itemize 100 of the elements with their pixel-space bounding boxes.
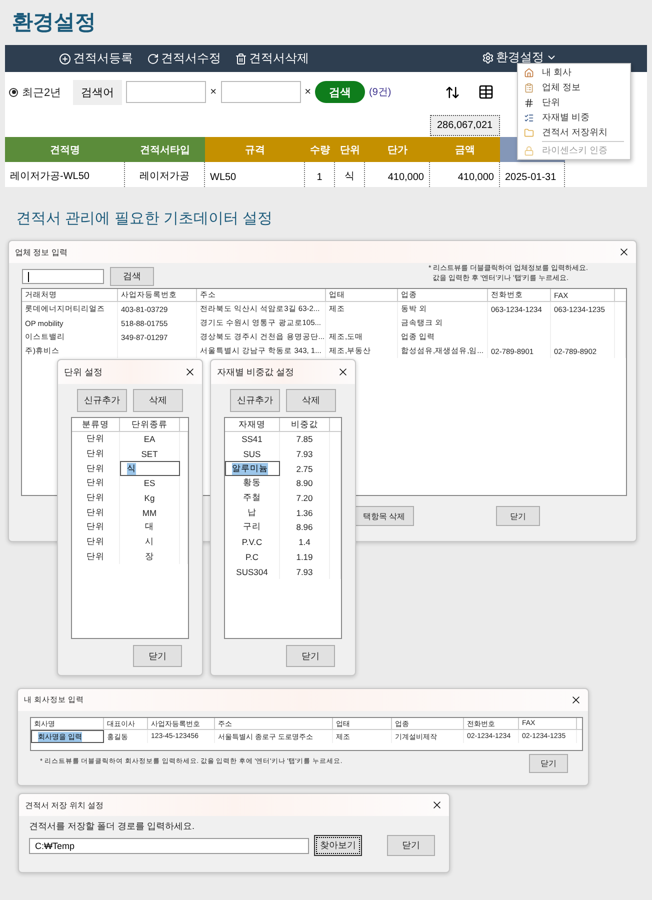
column-header[interactable]: 분류명 (72, 418, 120, 432)
trash-icon (235, 52, 247, 64)
search-field[interactable] (220, 81, 301, 103)
clear-button[interactable]: × (304, 86, 311, 98)
checklist-icon (524, 112, 534, 122)
table-icon[interactable] (478, 84, 494, 100)
table-cell: 7.93 (280, 446, 330, 462)
column-header: 금액 (430, 137, 500, 162)
close-icon[interactable] (337, 366, 349, 378)
table-cell: 8.90 (280, 476, 330, 491)
edit-field[interactable]: 식 (120, 461, 180, 476)
refresh-icon (147, 52, 159, 64)
close-button[interactable]: 닫기 (286, 645, 335, 667)
plus-circle-icon (59, 52, 71, 64)
table-cell: 1.4 (280, 534, 330, 550)
sort-icon[interactable] (445, 84, 460, 100)
table-cell: 레이저가공-WL50 (5, 162, 125, 187)
table-cell: 7.93 (280, 564, 330, 579)
table-cell: SUS304 (225, 564, 280, 579)
path-field[interactable]: C:₩Temp (29, 838, 309, 854)
column-header[interactable]: 단위종류 (120, 418, 180, 432)
table-cell: 410,000 (430, 162, 500, 187)
table-cell: 단위 (72, 432, 120, 447)
close-button[interactable]: 닫기 (496, 506, 540, 526)
toolbar-button[interactable]: 삭제 (286, 389, 336, 412)
column-header: 단위 (335, 137, 365, 162)
settings-icon (482, 52, 494, 64)
menu-item[interactable]: 업체 정보 (518, 80, 630, 95)
table-cell: 장 (120, 550, 180, 564)
close-button[interactable]: 닫기 (387, 835, 435, 856)
column-header[interactable]: 자재명 (225, 418, 280, 432)
table-cell: 1 (305, 162, 335, 187)
toolbar-button[interactable]: 삭제 (133, 389, 183, 412)
table-cell: 단위 (72, 476, 120, 491)
delete-button[interactable]: 택항목 삭제 (354, 506, 414, 526)
lock-icon (524, 146, 534, 156)
close-icon[interactable] (618, 246, 630, 258)
toolbar-button[interactable]: 신규추가 (77, 389, 127, 412)
clear-button[interactable]: × (210, 86, 217, 98)
settings-button[interactable]: 환경설정 (480, 49, 559, 66)
column-header: 단가 (365, 137, 430, 162)
table-cell: 단위 (72, 534, 120, 550)
table-cell: 레이저가공 (125, 162, 205, 187)
table-cell: ES (120, 476, 180, 491)
search-field[interactable] (22, 269, 104, 284)
prompt-text: 견적서를 저장할 폴더 경로를 입력하세요. (29, 820, 196, 833)
table-cell: 납 (225, 505, 280, 520)
list-view[interactable]: 자재명 비중값 SS41 7.85 SUS 7.93 알루미늄 2.75 황동 8.90 주철 7.20 납 1.36 구리 8.96 P.V.C 1.4 P.C 1.19 SUS304 7.93 (224, 417, 342, 639)
search-button[interactable]: 검색 (315, 81, 365, 103)
radio-button[interactable] (9, 88, 18, 96)
table-cell: 단위 (72, 550, 120, 564)
table-cell: MM (120, 505, 180, 520)
table-cell: 2025-01-31 (500, 162, 565, 187)
column-header[interactable]: 비중값 (280, 418, 330, 432)
list-view[interactable]: 분류명 단위종류 단위 EA 단위 SET 단위 식 단위 ES 단위 Kg 단위 MM 단위 대 단위 시 단위 장 (71, 417, 189, 639)
table-cell: P.C (225, 550, 280, 564)
search-field[interactable] (126, 81, 206, 103)
page-title: 환경설정 (11, 10, 97, 36)
table-cell: 단위 (72, 490, 120, 506)
table-cell: 대 (120, 520, 180, 535)
clipboard-icon (524, 82, 534, 92)
menu-item[interactable]: 단위 (518, 95, 630, 110)
table-cell: 구리 (225, 520, 280, 535)
table-cell: 단위 (72, 520, 120, 535)
result-count: (9건) (369, 86, 392, 99)
column-header: 규격 (205, 137, 305, 162)
toolbar-button[interactable]: 견적서삭제 (233, 50, 311, 67)
folder-icon (524, 128, 534, 138)
toolbar-button[interactable]: 견적서수정 (145, 50, 223, 67)
section-title: 견적서 관리에 필요한 기초데이터 설정 (15, 209, 274, 229)
table-cell: 단위 (72, 446, 120, 462)
house-icon (524, 68, 534, 78)
close-button[interactable]: 닫기 (529, 754, 568, 773)
close-icon[interactable] (570, 694, 582, 706)
close-icon[interactable] (184, 366, 196, 378)
table-cell: 단위 (72, 505, 120, 520)
table-cell: P.V.C (225, 534, 280, 550)
table-cell: SS41 (225, 432, 280, 447)
window-title: 견적서 저장 위치 설정 (25, 800, 104, 810)
toolbar-button[interactable]: 신규추가 (230, 389, 280, 412)
browse-button[interactable]: 찾아보기 (314, 835, 362, 856)
table-cell: 주철 (225, 490, 280, 506)
field-label: 검색어 (73, 80, 122, 104)
close-icon[interactable] (431, 799, 443, 811)
table-cell: 황동 (225, 476, 280, 491)
menu-item[interactable]: 내 회사 (518, 65, 630, 80)
table-cell: EA (120, 432, 180, 447)
menu-item[interactable]: 견적서 저장위치 (518, 125, 630, 140)
search-button[interactable]: 검색 (110, 267, 154, 286)
total-amount: 286,067,021 (430, 115, 500, 136)
edit-field[interactable]: 알루미늄 (225, 461, 280, 476)
toolbar-button[interactable]: 견적서등록 (57, 50, 135, 67)
radio-label: 최근2년 (22, 86, 62, 100)
window-title: 단위 설정 (64, 366, 103, 378)
window-title: 자재별 비중값 설정 (217, 366, 294, 378)
table-cell: 410,000 (365, 162, 430, 187)
column-header: 견적서타입 (125, 137, 205, 162)
menu-item[interactable]: 자재별 비중 (518, 110, 630, 125)
close-button[interactable]: 닫기 (133, 645, 182, 667)
table-cell: 식 (335, 162, 365, 187)
